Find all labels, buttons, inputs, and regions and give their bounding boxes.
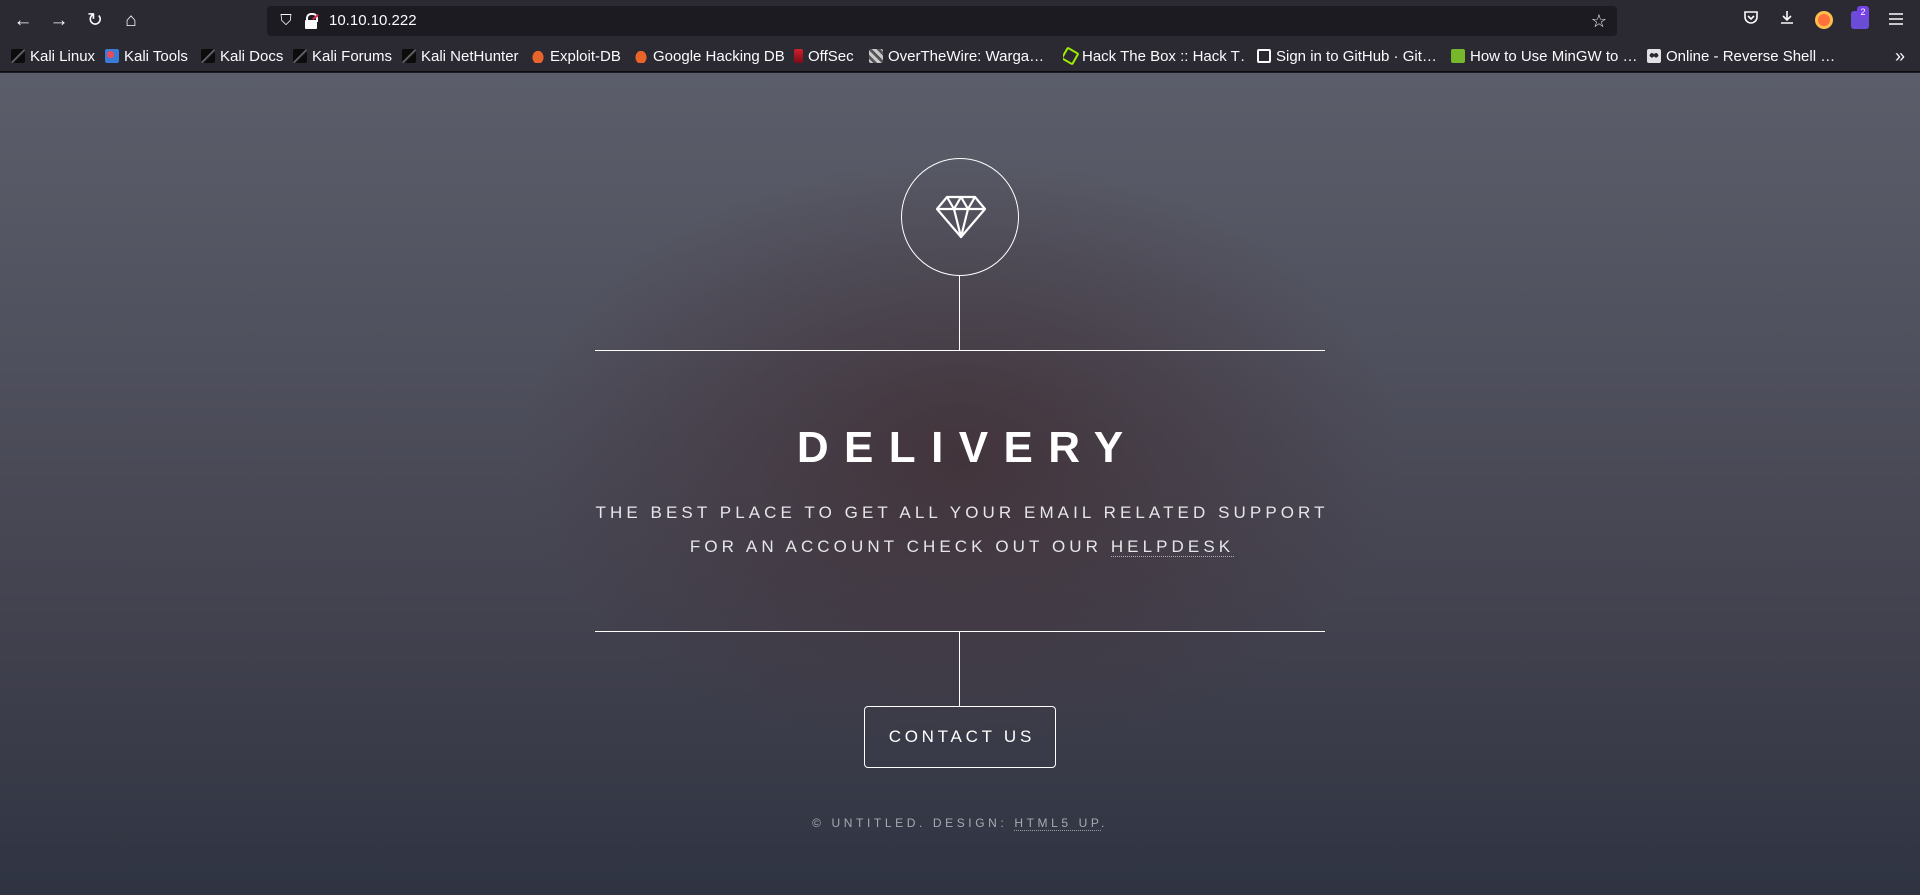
pocket-icon[interactable] <box>1738 8 1764 34</box>
bookmark-kali-linux[interactable]: Kali Linux <box>11 42 95 72</box>
divider-bottom <box>595 631 1325 632</box>
bookmarks-overflow-icon[interactable]: » <box>1890 42 1910 72</box>
bookmark-kali-tools[interactable]: Kali Tools <box>105 42 188 72</box>
home-icon[interactable]: ⌂ <box>117 8 145 34</box>
overthewire-icon <box>869 49 883 63</box>
forward-icon[interactable]: → <box>45 8 73 34</box>
bookmark-offsec[interactable]: OffSec <box>794 42 854 72</box>
url-bar[interactable]: ⛉ 10.10.10.222 ☆ <box>267 6 1617 36</box>
bookmark-exploit-db[interactable]: Exploit-DB <box>531 42 621 72</box>
connector-line-top <box>959 276 960 351</box>
downloads-icon[interactable] <box>1774 8 1800 34</box>
helpdesk-link[interactable]: HELPDESK <box>1110 537 1235 557</box>
extension-badge: 2 <box>1857 6 1869 18</box>
hackthebox-icon <box>1063 46 1080 66</box>
skull-icon <box>1647 49 1661 63</box>
tagline-line-2: FOR AN ACCOUNT CHECK OUT OUR HELPDESK <box>689 537 1235 557</box>
kali-dragon-icon <box>11 49 25 63</box>
bookmark-reverse-shell[interactable]: Online - Reverse Shell … <box>1647 42 1835 72</box>
kali-dragon-icon <box>201 49 215 63</box>
browser-toolbar: ← → ↻ ⌂ ⛉ 10.10.10.222 ☆ 2 <box>0 0 1920 42</box>
html5up-link[interactable]: HTML5 UP <box>1014 816 1101 831</box>
url-text[interactable]: 10.10.10.222 <box>329 6 417 36</box>
kali-tools-icon <box>105 49 119 63</box>
logo-circle <box>901 158 1019 276</box>
connector-line-bottom <box>959 631 960 706</box>
bookmark-kali-forums[interactable]: Kali Forums <box>293 42 392 72</box>
page-viewport: DELIVERY THE BEST PLACE TO GET ALL YOUR … <box>0 73 1920 895</box>
divider-top <box>595 350 1325 351</box>
bookmarks-toolbar: Kali Linux Kali Tools Kali Docs Kali For… <box>0 42 1920 72</box>
contact-us-button[interactable]: CONTACT US <box>864 706 1056 768</box>
bookmark-mingw[interactable]: How to Use MinGW to … <box>1451 42 1636 72</box>
bookmark-google-hacking-db[interactable]: Google Hacking DB <box>634 42 785 72</box>
bookmark-hackthebox[interactable]: Hack The Box :: Hack T… <box>1063 42 1245 72</box>
offsec-icon <box>794 49 803 63</box>
github-icon <box>1257 49 1271 63</box>
bookmark-kali-nethunter[interactable]: Kali NetHunter <box>402 42 519 72</box>
kali-dragon-icon <box>293 49 307 63</box>
insecure-lock-icon[interactable] <box>303 6 319 36</box>
bookmark-github[interactable]: Sign in to GitHub · Git… <box>1257 42 1439 72</box>
bookmark-overthewire[interactable]: OverTheWire: Warga… <box>869 42 1049 72</box>
mingw-icon <box>1451 49 1465 63</box>
kali-dragon-icon <box>402 49 416 63</box>
page-title: DELIVERY <box>796 423 1139 472</box>
reload-icon[interactable]: ↻ <box>81 8 109 34</box>
bookmark-kali-docs[interactable]: Kali Docs <box>201 42 283 72</box>
firefox-account-icon[interactable] <box>1815 11 1833 29</box>
back-icon[interactable]: ← <box>9 8 37 34</box>
tagline-line-1: THE BEST PLACE TO GET ALL YOUR EMAIL REL… <box>595 503 1329 522</box>
exploit-db-icon <box>531 49 545 63</box>
tracking-protection-shield-icon[interactable]: ⛉ <box>275 6 297 36</box>
bookmark-star-icon[interactable]: ☆ <box>1587 6 1611 36</box>
exploit-db-icon <box>634 49 648 63</box>
footer-copyright: © UNTITLED. DESIGN: HTML5 UP. <box>812 816 1108 831</box>
diamond-icon <box>935 195 987 239</box>
hamburger-menu-icon[interactable] <box>1883 8 1909 34</box>
